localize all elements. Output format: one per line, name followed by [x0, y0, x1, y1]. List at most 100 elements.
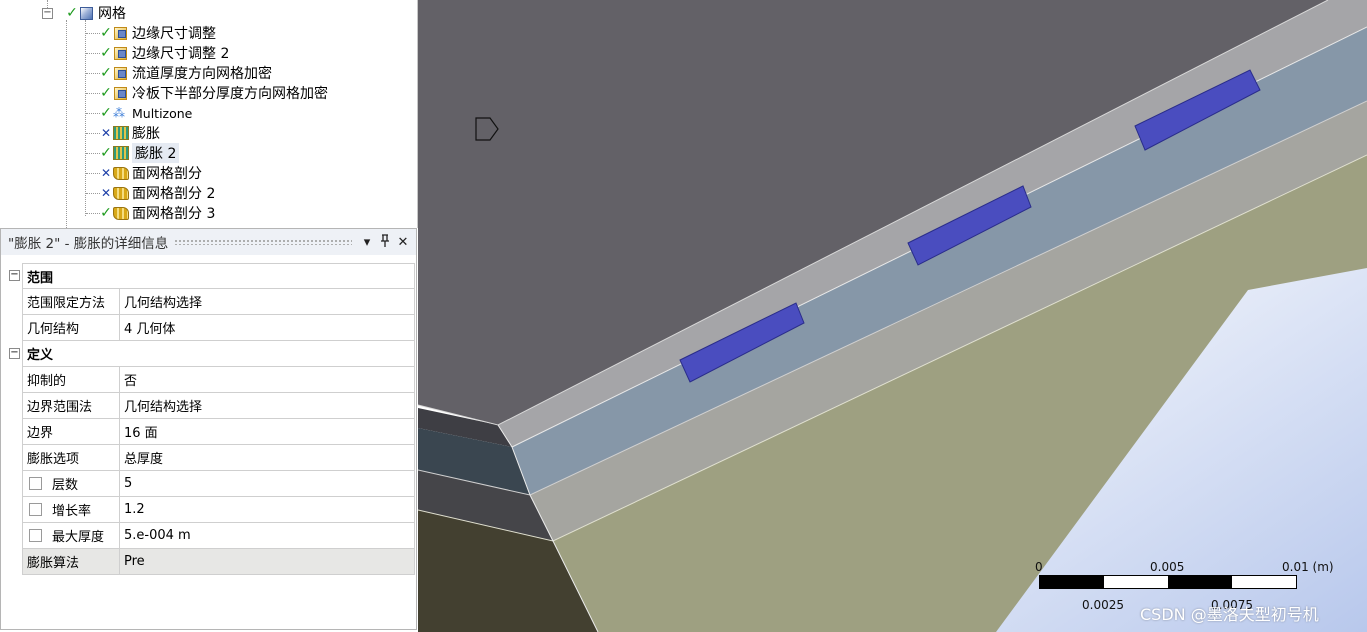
tree-item-label: 面网格剖分	[132, 166, 202, 182]
check-icon: ✓	[100, 205, 112, 221]
property-value[interactable]: 总厚度	[120, 445, 415, 471]
close-icon[interactable]: ✕	[394, 235, 412, 250]
property-value[interactable]: 16 面	[120, 419, 415, 445]
scale-bar-track	[1039, 575, 1297, 589]
sizing-icon	[114, 46, 127, 60]
property-key: 边界	[22, 419, 120, 445]
property-row[interactable]: 增长率 1.2	[8, 497, 415, 523]
inflation-icon	[113, 146, 129, 160]
property-value[interactable]: 否	[120, 367, 415, 393]
section-title: 定义	[22, 341, 415, 367]
property-key-label: 层数	[52, 478, 79, 493]
check-icon: ✓	[100, 105, 112, 121]
property-value[interactable]: 5.e-004 m	[120, 523, 415, 549]
check-icon: ✓	[100, 65, 112, 81]
section-header[interactable]: − 范围	[8, 263, 415, 289]
check-icon: ✓	[100, 45, 112, 61]
tree-item[interactable]: ✕ 膨胀	[100, 123, 160, 143]
graphics-viewport[interactable]	[418, 0, 1367, 632]
parameter-checkbox[interactable]	[29, 529, 42, 542]
tree-item[interactable]: ✓ 边缘尺寸调整	[100, 23, 216, 43]
property-key-label: 边界范围法	[27, 400, 93, 415]
property-key-label: 膨胀选项	[27, 452, 80, 467]
property-row[interactable]: 最大厚度 5.e-004 m	[8, 523, 415, 549]
property-key-label: 增长率	[52, 504, 92, 519]
property-value[interactable]: 5	[120, 471, 415, 497]
property-key-label: 最大厚度	[52, 530, 105, 545]
details-panel: "膨胀 2" - 膨胀的详细信息 ▾ ✕ − 范围 范围限定方法 几何结构选择 几何结构…	[0, 228, 417, 630]
tree-item[interactable]: ✓ 膨胀 2	[100, 143, 180, 163]
tree-item-label: 边缘尺寸调整	[132, 26, 216, 42]
face-meshing-icon	[113, 186, 129, 200]
mesh-icon	[80, 6, 93, 20]
face-meshing-icon	[113, 166, 129, 180]
property-value[interactable]: 几何结构选择	[120, 393, 415, 419]
mesh-collapse-toggle[interactable]: −	[42, 8, 53, 19]
inflation-icon	[113, 126, 129, 140]
details-title: "膨胀 2" - 膨胀的详细信息	[8, 236, 169, 252]
tree-item[interactable]: ✕ 面网格剖分 2	[100, 183, 215, 203]
tree-item-label: 冷板下半部分厚度方向网格加密	[132, 86, 328, 102]
sizing-icon	[114, 26, 127, 40]
tree-item-label: 流道厚度方向网格加密	[132, 66, 272, 82]
property-value[interactable]: Pre	[120, 549, 415, 575]
face-meshing-icon	[113, 206, 129, 220]
tree-item-label: 膨胀	[132, 126, 160, 142]
property-key: 几何结构	[22, 315, 120, 341]
section-collapse-toggle[interactable]: −	[9, 348, 20, 359]
tree-item[interactable]: ✓ 面网格剖分 3	[100, 203, 215, 223]
property-value[interactable]: 1.2	[120, 497, 415, 523]
section-header[interactable]: − 定义	[8, 341, 415, 367]
tree-item[interactable]: ✓ 边缘尺寸调整 2	[100, 43, 229, 63]
tree-item-label: Multizone	[132, 105, 193, 121]
parameter-checkbox[interactable]	[29, 503, 42, 516]
property-row[interactable]: 层数 5	[8, 471, 415, 497]
property-row[interactable]: 几何结构 4 几何体	[8, 315, 415, 341]
tree-item[interactable]: ✓ ⁂ Multizone	[100, 103, 192, 123]
tree-connector	[86, 33, 100, 34]
property-row[interactable]: 边界 16 面	[8, 419, 415, 445]
tree-connector	[86, 153, 100, 154]
sizing-icon	[114, 86, 127, 100]
property-value[interactable]: 4 几何体	[120, 315, 415, 341]
tree-item-label: 膨胀 2	[132, 143, 180, 163]
tree-connector	[86, 133, 100, 134]
tree-item-label: 面网格剖分 3	[132, 206, 216, 222]
sizing-icon	[114, 66, 127, 80]
tree-item[interactable]: ✕ 面网格剖分	[100, 163, 202, 183]
cross-icon: ✕	[100, 166, 112, 180]
property-row[interactable]: 膨胀选项 总厚度	[8, 445, 415, 471]
parameter-checkbox[interactable]	[29, 477, 42, 490]
tree-item[interactable]: ✓ 流道厚度方向网格加密	[100, 63, 272, 83]
tree-connector	[86, 173, 100, 174]
scale-label-end: 0.01 (m)	[1282, 560, 1334, 574]
property-row[interactable]: 范围限定方法 几何结构选择	[8, 289, 415, 315]
drag-grip[interactable]	[174, 239, 352, 245]
check-icon: ✓	[100, 25, 112, 41]
property-row[interactable]: 抑制的 否	[8, 367, 415, 393]
tree-item-label: 网格	[98, 6, 126, 22]
tree-connector	[86, 113, 100, 114]
property-row[interactable]: 边界范围法 几何结构选择	[8, 393, 415, 419]
property-key-label: 边界	[27, 426, 54, 441]
tree-connector	[86, 73, 100, 74]
scale-label-q1: 0.0025	[1082, 598, 1124, 612]
tree-item[interactable]: ✓ 冷板下半部分厚度方向网格加密	[100, 83, 328, 103]
section-collapse-toggle[interactable]: −	[9, 270, 20, 281]
tree-connector	[86, 53, 100, 54]
property-key: 增长率	[22, 497, 120, 523]
property-key: 最大厚度	[22, 523, 120, 549]
check-icon: ✓	[66, 5, 78, 21]
scale-label-mid: 0.005	[1150, 560, 1185, 574]
property-key: 范围限定方法	[22, 289, 120, 315]
model-view[interactable]	[418, 0, 1367, 632]
property-value[interactable]: 几何结构选择	[120, 289, 415, 315]
property-row[interactable]: 膨胀算法 Pre	[8, 549, 415, 575]
property-key-label: 膨胀算法	[27, 556, 80, 571]
pin-icon[interactable]	[376, 233, 394, 251]
dropdown-icon[interactable]: ▾	[358, 235, 376, 250]
cross-icon: ✕	[100, 186, 112, 200]
check-icon: ✓	[100, 85, 112, 101]
tree-connector	[86, 193, 100, 194]
tree-item-mesh[interactable]: ✓ 网格	[66, 3, 126, 23]
